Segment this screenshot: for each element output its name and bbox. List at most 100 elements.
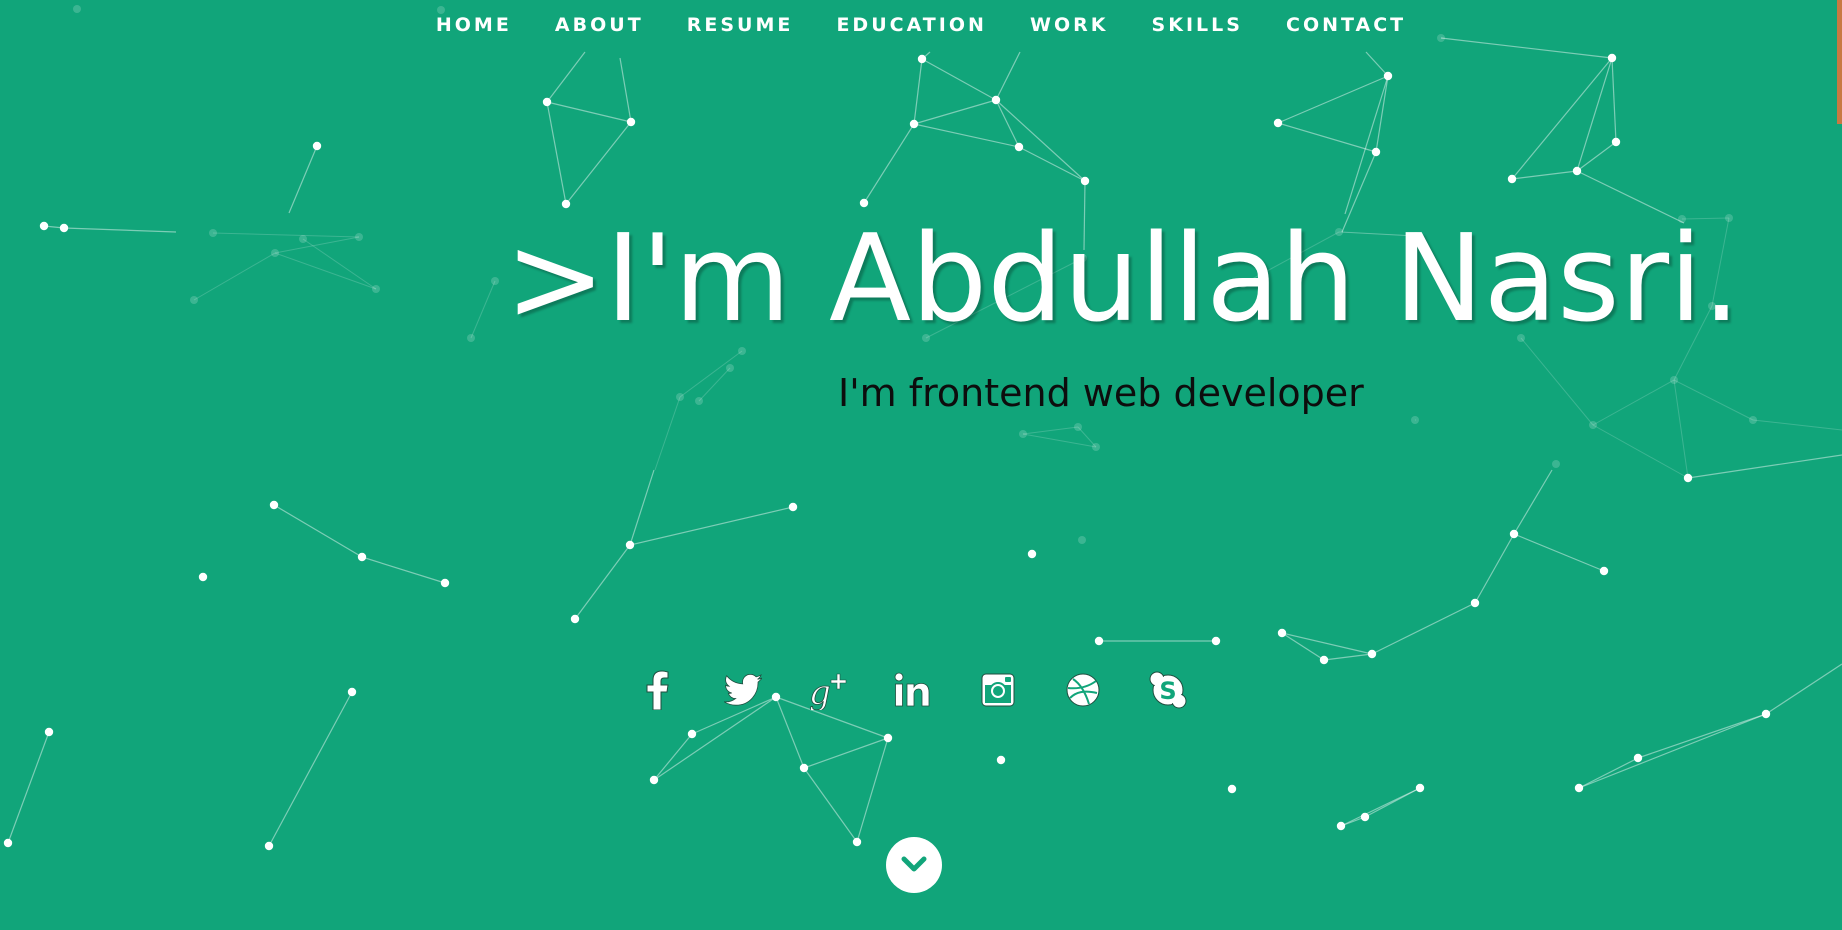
network-line (288, 145, 318, 214)
network-line (1513, 533, 1605, 572)
skype-link[interactable]: S (1146, 668, 1190, 712)
network-line (470, 280, 496, 339)
network-line (212, 232, 360, 238)
network-dot (625, 540, 635, 550)
network-dot (269, 500, 279, 510)
nav-item-work[interactable]: WORK (1030, 12, 1108, 38)
network-dot (626, 117, 636, 127)
network-dot (1607, 53, 1617, 63)
network-dot (1574, 783, 1584, 793)
instagram-link[interactable] (976, 668, 1020, 712)
network-dot (1599, 566, 1609, 576)
network-dot (996, 755, 1006, 765)
google-plus-link[interactable]: g (806, 668, 850, 712)
network-dot (1027, 549, 1037, 559)
network-dot (467, 334, 475, 342)
scroll-down-button[interactable] (886, 837, 942, 893)
network-line (803, 737, 889, 769)
dribbble-link[interactable] (1061, 668, 1105, 712)
network-dot (1019, 430, 1027, 438)
network-line (274, 252, 377, 290)
network-dot (355, 233, 363, 241)
network-dot (991, 95, 1001, 105)
network-dot (1367, 649, 1377, 659)
network-dot (917, 54, 927, 64)
network-line (698, 367, 731, 402)
network-dot (1470, 598, 1480, 608)
linkedin-link[interactable] (891, 668, 935, 712)
network-dot (1683, 473, 1693, 483)
network-dot (1572, 166, 1582, 176)
network-dot (3, 838, 13, 848)
instagram-icon (981, 673, 1015, 707)
network-dot (440, 578, 450, 588)
network-dot (909, 119, 919, 129)
network-line (274, 236, 360, 254)
main-nav: HOME ABOUT RESUME EDUCATION WORK SKILLS … (0, 12, 1842, 38)
network-line (1513, 469, 1553, 535)
network-line (913, 99, 997, 125)
network-dot (1227, 784, 1237, 794)
google-plus-icon: g (809, 673, 847, 710)
network-dot (491, 277, 499, 285)
network-dot (264, 841, 274, 851)
network-dot (1415, 783, 1425, 793)
twitter-link[interactable] (721, 668, 765, 712)
network-line (629, 506, 794, 546)
network-dot (1411, 416, 1419, 424)
network-line (679, 350, 743, 398)
network-line (273, 504, 363, 558)
network-dot (59, 223, 69, 233)
network-dot (44, 727, 54, 737)
network-dot (859, 198, 869, 208)
network-dot (1507, 174, 1517, 184)
network-line (1578, 757, 1639, 789)
hero-subtitle: I'm frontend web developer (838, 371, 1364, 415)
network-dot (1094, 636, 1104, 646)
network-line (995, 99, 1086, 182)
network-dot (1509, 529, 1519, 539)
network-dot (209, 229, 217, 237)
network-dot (1078, 536, 1086, 544)
network-line (995, 99, 1020, 148)
network-line (1752, 419, 1842, 431)
network-dot (1092, 443, 1100, 451)
network-dot (852, 837, 862, 847)
nav-item-education[interactable]: EDUCATION (836, 12, 986, 38)
network-line (629, 469, 655, 546)
network-dot (198, 572, 208, 582)
nav-item-skills[interactable]: SKILLS (1152, 12, 1243, 38)
nav-item-home[interactable]: HOME (436, 12, 512, 38)
network-line (619, 57, 632, 123)
network-line (1277, 75, 1389, 124)
network-dot (1273, 118, 1283, 128)
nav-item-about[interactable]: ABOUT (555, 12, 644, 38)
network-dot (1383, 71, 1393, 81)
network-line (1340, 787, 1421, 827)
twitter-icon (724, 674, 762, 706)
nav-item-contact[interactable]: CONTACT (1286, 12, 1406, 38)
network-dot (695, 397, 703, 405)
network-line (1511, 170, 1578, 180)
network-line (1281, 632, 1373, 655)
network-line (995, 51, 1021, 101)
network-dot (347, 687, 357, 697)
network-dot (1761, 709, 1771, 719)
network-line (1323, 653, 1373, 661)
network-dot (271, 249, 279, 257)
network-dot (312, 141, 322, 151)
facebook-icon (646, 670, 669, 710)
facebook-link[interactable] (636, 668, 680, 712)
chevron-down-icon (901, 856, 927, 872)
network-line (856, 737, 889, 843)
network-line (921, 58, 997, 101)
network-line (653, 733, 693, 781)
nav-item-resume[interactable]: RESUME (687, 12, 794, 38)
network-dot (542, 97, 552, 107)
network-line (268, 691, 353, 847)
svg-text:S: S (1159, 677, 1176, 705)
network-line (1592, 379, 1675, 426)
network-dot (883, 733, 893, 743)
network-line (1637, 713, 1767, 759)
hero-title: >I'm Abdullah Nasri. (505, 210, 1741, 349)
